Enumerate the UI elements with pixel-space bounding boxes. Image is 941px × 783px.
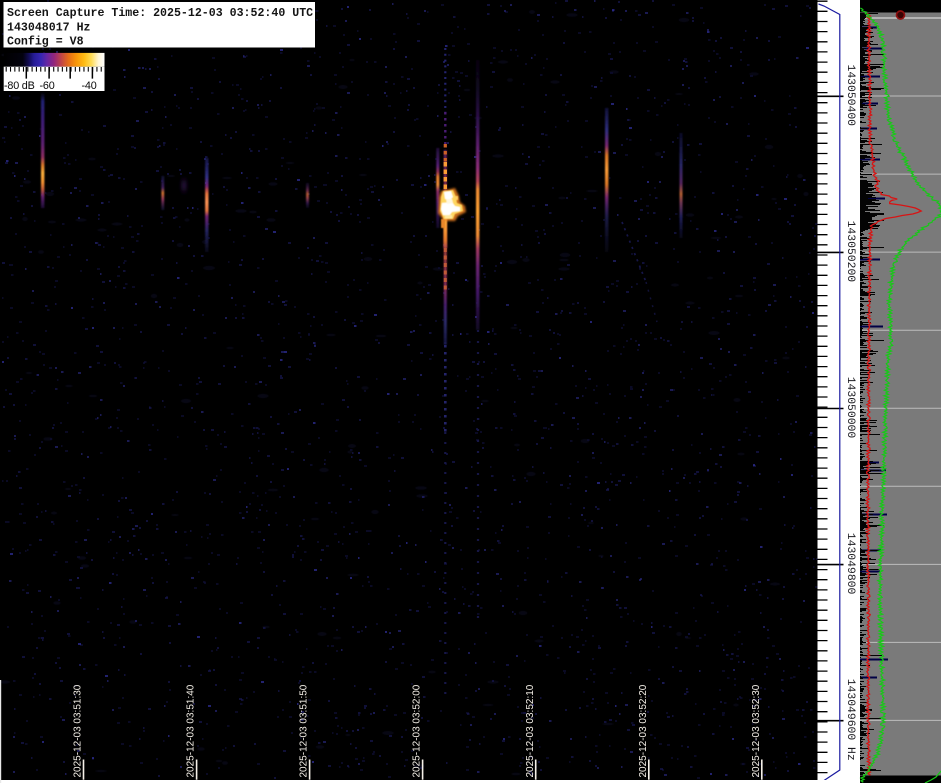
svg-text:2025-12-03 03:51:30: 2025-12-03 03:51:30 [73, 684, 84, 777]
svg-text:-60: -60 [40, 80, 55, 92]
svg-text:143049600 Hz: 143049600 Hz [844, 679, 856, 761]
svg-text:-40: -40 [82, 80, 97, 92]
svg-text:2025-12-03 03:52:10: 2025-12-03 03:52:10 [525, 684, 536, 777]
svg-text:-80 dB: -80 dB [4, 80, 35, 92]
svg-text:2025-12-03 03:52:00: 2025-12-03 03:52:00 [412, 684, 423, 777]
svg-text:Config = V8: Config = V8 [7, 36, 84, 49]
svg-text:143048017 Hz: 143048017 Hz [7, 22, 91, 35]
svg-text:143049800: 143049800 [844, 533, 856, 595]
svg-text:143050000: 143050000 [844, 377, 856, 439]
svg-text:2025-12-03 03:52:20: 2025-12-03 03:52:20 [638, 684, 649, 777]
svg-text:143050400: 143050400 [844, 65, 856, 127]
svg-text:Screen Capture Time: 2025-12-0: Screen Capture Time: 2025-12-03 03:52:40… [7, 7, 313, 20]
svg-text:2025-12-03 03:52:30: 2025-12-03 03:52:30 [751, 684, 762, 777]
svg-text:2025-12-03 03:51:50: 2025-12-03 03:51:50 [299, 684, 310, 777]
svg-text:143050200: 143050200 [844, 221, 856, 283]
svg-text:2025-12-03 03:51:40: 2025-12-03 03:51:40 [186, 684, 197, 777]
